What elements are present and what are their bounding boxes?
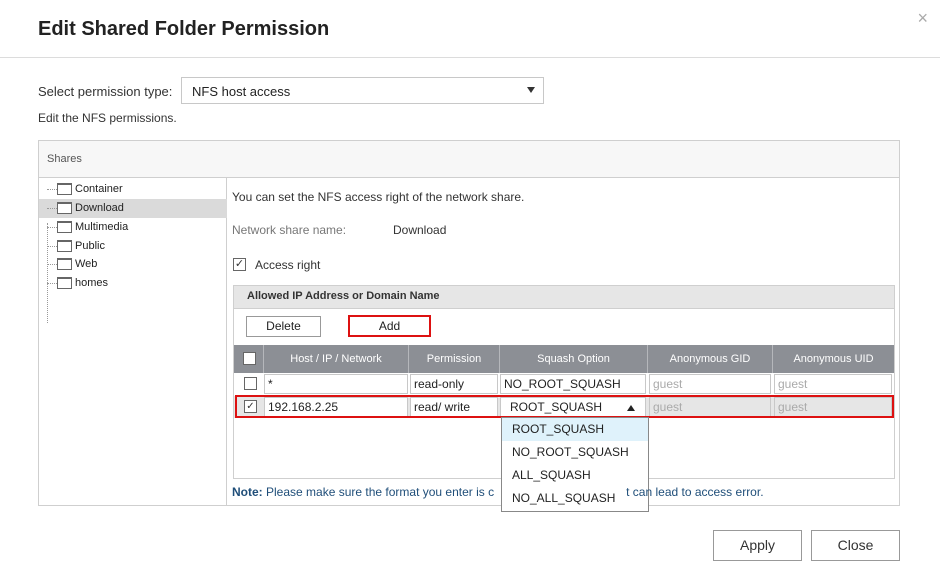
shares-panel: Shares Container Download Multimedia Pub…	[38, 140, 900, 512]
delete-button[interactable]: Delete	[246, 316, 321, 337]
tree-item-download[interactable]: Download	[39, 199, 227, 218]
table-row[interactable]: * read-only NO_ROOT_SQUASH guest guest	[234, 373, 894, 395]
access-right-checkbox[interactable]: ✓	[233, 258, 246, 271]
folder-icon	[57, 240, 72, 252]
select-all-header	[234, 345, 264, 373]
folder-icon	[57, 202, 72, 214]
row-checkbox[interactable]	[244, 377, 257, 390]
permission-select[interactable]: read/ write	[410, 397, 498, 417]
tree-item-multimedia[interactable]: Multimedia	[39, 218, 227, 237]
column-header-host[interactable]: Host / IP / Network	[264, 345, 409, 373]
host-input[interactable]: *	[264, 374, 408, 394]
shares-header: Shares	[39, 141, 899, 178]
tree-connector	[47, 283, 57, 284]
share-name-value: Download	[393, 223, 447, 237]
access-right-label: Access right	[255, 258, 321, 272]
uid-input[interactable]: guest	[774, 397, 892, 417]
format-note: Note: Please make sure the format you en…	[232, 485, 764, 499]
apply-button[interactable]: Apply	[713, 530, 802, 561]
share-tree: Container Download Multimedia Public Web	[39, 178, 227, 505]
tree-item-public[interactable]: Public	[39, 237, 227, 256]
host-input[interactable]: 192.168.2.25	[264, 397, 408, 417]
permission-type-value: NFS host access	[192, 84, 291, 99]
folder-icon	[57, 183, 72, 195]
allowed-hosts-panel: Allowed IP Address or Domain Name Delete…	[233, 285, 895, 512]
tree-item-label: Web	[75, 258, 98, 270]
tree-item-label: Multimedia	[75, 221, 129, 233]
note-prefix: Note:	[232, 485, 263, 499]
column-header-permission[interactable]: Permission	[409, 345, 500, 373]
folder-icon	[57, 221, 72, 233]
tree-item-label: Download	[75, 202, 124, 214]
gid-input[interactable]: guest	[649, 374, 771, 394]
tree-connector	[47, 264, 57, 265]
edit-nfs-note: Edit the NFS permissions.	[38, 111, 177, 125]
note-text-right: t can lead to access error.	[626, 485, 764, 499]
column-header-squash[interactable]: Squash Option	[500, 345, 648, 373]
tree-item-homes[interactable]: homes	[39, 274, 227, 293]
squash-option[interactable]: NO_ROOT_SQUASH	[502, 441, 648, 464]
allowed-hosts-title: Allowed IP Address or Domain Name	[247, 290, 440, 302]
share-name-label: Network share name:	[232, 223, 347, 237]
column-header-uid[interactable]: Anonymous UID	[773, 345, 894, 373]
squash-option[interactable]: ALL_SQUASH	[502, 464, 648, 487]
column-header-gid[interactable]: Anonymous GID	[648, 345, 773, 373]
squash-select-open[interactable]: ROOT_SQUASH	[500, 397, 646, 417]
close-button[interactable]: Close	[811, 530, 900, 561]
squash-option[interactable]: ROOT_SQUASH	[502, 418, 648, 441]
tree-item-label: Public	[75, 240, 105, 252]
tree-connector	[47, 208, 57, 209]
tree-item-web[interactable]: Web	[39, 255, 227, 274]
dialog-title-bar: Edit Shared Folder Permission ×	[0, 0, 940, 58]
add-button[interactable]: Add	[348, 315, 431, 337]
folder-icon	[57, 277, 72, 289]
tree-item-container[interactable]: Container	[39, 180, 227, 199]
table-row[interactable]: ✓ 192.168.2.25 read/ write ROOT_SQUASH g…	[234, 396, 894, 418]
tree-connector	[47, 227, 57, 228]
shares-header-label: Shares	[47, 153, 82, 165]
squash-select-value: ROOT_SQUASH	[510, 400, 603, 414]
allowed-hosts-header: Allowed IP Address or Domain Name	[234, 286, 894, 309]
permission-type-label: Select permission type:	[38, 84, 173, 99]
edit-permission-dialog: Edit Shared Folder Permission × Select p…	[0, 0, 940, 587]
uid-input[interactable]: guest	[774, 374, 892, 394]
nfs-settings-pane: You can set the NFS access right of the …	[228, 178, 900, 512]
note-text-left: Please make sure the format you enter is…	[266, 485, 495, 499]
tree-connector	[47, 189, 57, 190]
tree-item-label: Container	[75, 183, 123, 195]
permission-type-select[interactable]: NFS host access	[181, 77, 544, 104]
chevron-down-icon	[527, 87, 535, 93]
select-all-checkbox[interactable]	[243, 352, 256, 365]
nfs-info-text: You can set the NFS access right of the …	[232, 190, 525, 204]
squash-select[interactable]: NO_ROOT_SQUASH	[500, 374, 646, 394]
row-checkbox[interactable]: ✓	[244, 400, 257, 413]
permission-select[interactable]: read-only	[410, 374, 498, 394]
chevron-up-icon	[627, 405, 635, 411]
close-icon[interactable]: ×	[917, 8, 928, 29]
dialog-title: Edit Shared Folder Permission	[38, 18, 330, 40]
folder-icon	[57, 258, 72, 270]
gid-input[interactable]: guest	[649, 397, 771, 417]
tree-item-label: homes	[75, 277, 109, 289]
tree-connector	[47, 246, 57, 247]
